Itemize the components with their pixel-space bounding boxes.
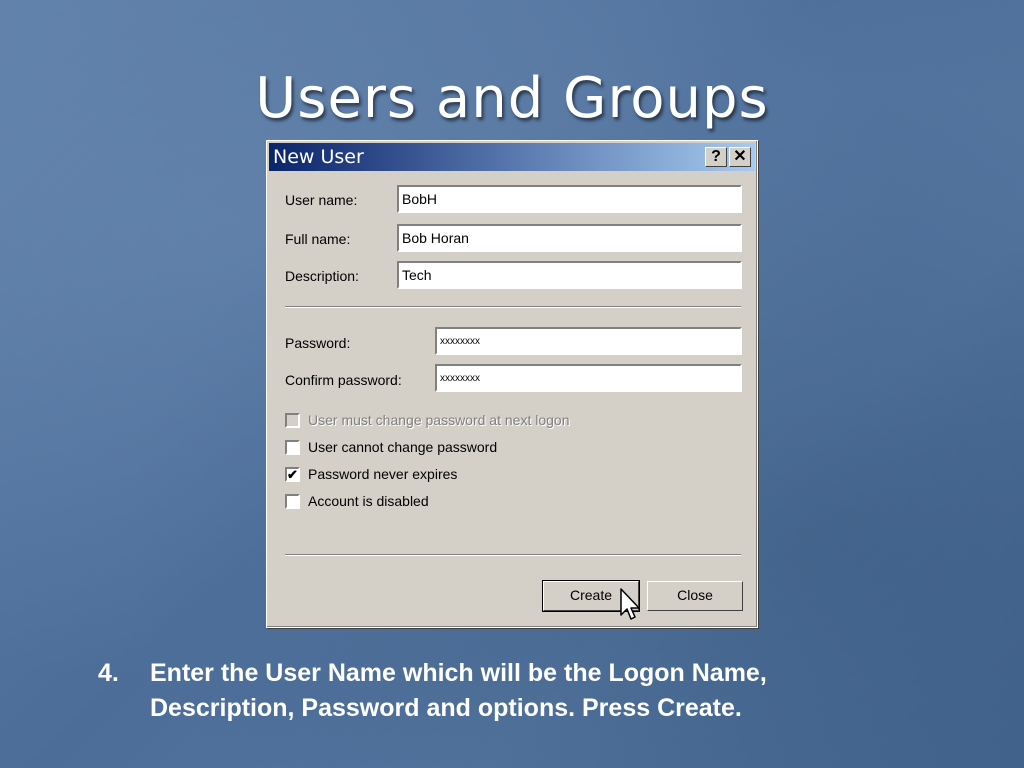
checkbox[interactable] [285,494,300,509]
password-input[interactable] [435,327,742,355]
confirm-password-label: Confirm password: [285,372,402,388]
option-label: Account is disabled [308,493,429,509]
checkbox[interactable] [285,413,300,428]
confirm-password-input[interactable] [435,364,742,392]
help-button[interactable]: ? [705,147,727,167]
caption-text: Enter the User Name which will be the Lo… [150,659,767,722]
option-label: Password never expires [308,466,458,482]
checkbox[interactable] [285,440,300,455]
mouse-pointer-icon [620,588,640,620]
new-user-dialog: New User ? ✕ User name: Full name: Descr… [266,140,758,628]
description-label: Description: [285,268,359,284]
caption-number: 4. [98,659,119,687]
description-input[interactable] [397,261,742,289]
option-label: User must change password at next logon [308,412,570,428]
checkbox-checked[interactable]: ✔ [285,467,300,482]
close-icon[interactable]: ✕ [729,147,751,167]
close-button[interactable]: Close [647,581,743,611]
full-name-label: Full name: [285,231,351,247]
dialog-title: New User [273,146,364,168]
separator [285,306,741,308]
slide-title: Users and Groups [255,66,769,131]
separator [285,554,741,556]
option-label: User cannot change password [308,439,498,455]
dialog-titlebar[interactable]: New User ? ✕ [269,143,755,171]
user-name-label: User name: [285,192,358,208]
user-name-input[interactable] [397,185,742,213]
full-name-input[interactable] [397,224,742,252]
password-label: Password: [285,335,351,351]
